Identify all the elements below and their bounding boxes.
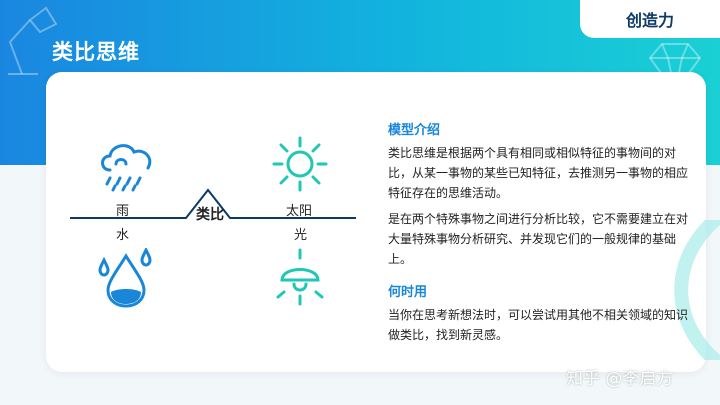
label-analogy: 类比 xyxy=(196,207,224,223)
label-rain: 雨 xyxy=(116,204,130,219)
description-panel: 模型介绍 类比思维是根据两个具有相同或相似特征的事物间的对比，从某一事物的某些已… xyxy=(388,119,688,351)
model-heading: 模型介绍 xyxy=(388,123,441,138)
rain-cloud-icon xyxy=(101,144,152,192)
when-paragraph: 当你在思考新想法时，可以尝试用其他不相关领域的知识做类比，找到新灵感。 xyxy=(388,308,689,342)
when-heading: 何时用 xyxy=(388,285,428,300)
label-sun: 太阳 xyxy=(286,204,313,219)
category-tag: 创造力 xyxy=(580,0,720,38)
analogy-diagram: 雨 水 类比 太阳 光 xyxy=(68,120,368,320)
sun-icon xyxy=(272,136,328,192)
water-drop-icon xyxy=(98,248,152,308)
page-title: 类比思维 xyxy=(52,40,140,64)
label-water: 水 xyxy=(116,228,130,243)
model-paragraph-1: 类比思维是根据两个具有相同或相似特征的事物间的对比，从某一事物的某些已知特征，去… xyxy=(388,146,689,200)
watermark: 知乎 @李启方 xyxy=(566,369,674,389)
lamp-light-icon xyxy=(276,248,324,306)
model-paragraph-2: 是在两个特殊事物之间进行分析比较，它不需要建立在对大量特殊事物分析研究、并发现它… xyxy=(388,212,689,266)
label-light: 光 xyxy=(294,228,308,243)
